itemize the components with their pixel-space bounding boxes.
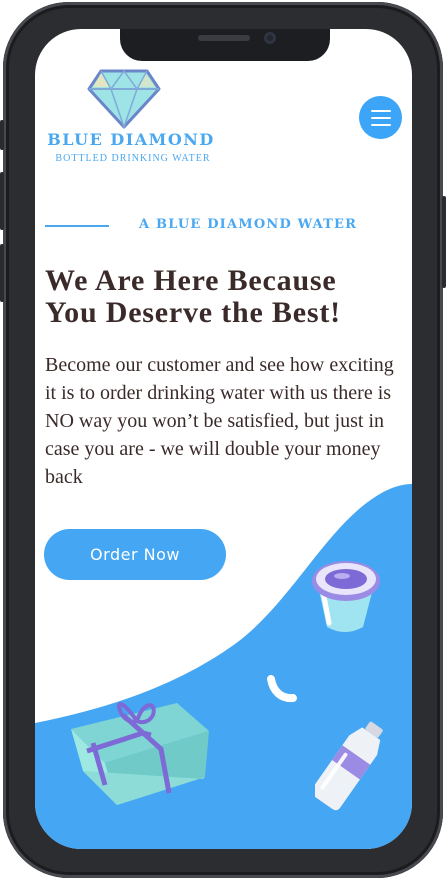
hero-body: Become our customer and see how exciting… (45, 354, 394, 488)
phone-notch (120, 29, 330, 61)
phone-volume-up (0, 172, 4, 230)
water-drop-icon (267, 675, 297, 703)
diamond-icon (87, 69, 161, 129)
water-bottle-icon (315, 721, 383, 811)
menu-line (370, 109, 391, 112)
eyebrow-text: A BLUE DIAMOND WATER (139, 217, 358, 232)
speaker-grille (198, 35, 250, 41)
hero-headline: We Are Here Because You Deserve the Best… (45, 264, 341, 329)
water-cup-icon (312, 561, 380, 632)
order-now-button[interactable]: Order Now (44, 529, 226, 580)
phone-power-button (442, 196, 446, 288)
phone-volume-down (0, 244, 4, 302)
phone-mute-switch (0, 120, 4, 150)
menu-line (370, 123, 391, 126)
phone-screen: BLUE DIAMOND BOTTLED DRINKING WATER A BL… (35, 29, 412, 849)
menu-line (370, 116, 391, 119)
brand-tagline: BOTTLED DRINKING WATER (55, 153, 211, 164)
hamburger-menu-icon[interactable] (359, 96, 402, 139)
brand-name: BLUE DIAMOND (47, 130, 215, 149)
front-camera (264, 32, 276, 44)
eyebrow-divider (45, 225, 109, 227)
gift-box-icon (71, 702, 209, 805)
